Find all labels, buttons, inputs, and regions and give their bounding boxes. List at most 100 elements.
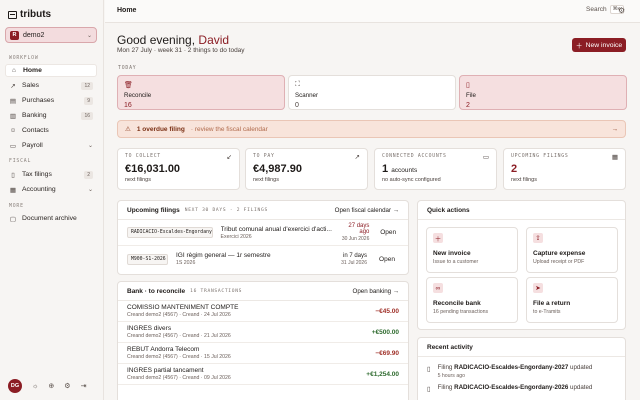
stat-to-pay[interactable]: TO PAY ↗ €4,987.90 next filings — [245, 148, 368, 190]
filing-sub: Exercici 2026 — [220, 233, 252, 240]
sidebar-item-label: Contacts — [22, 127, 49, 134]
stat-value-wrap: 1 accounts — [382, 163, 489, 175]
sidebar-item-payroll[interactable]: ▭ Payroll ⌄ — [5, 139, 97, 152]
stat-connected-accounts[interactable]: CONNECTED ACCOUNTS ▭ 1 accounts no auto-… — [374, 148, 497, 190]
overdue-alert[interactable]: ⚠ 1 overdue filing · review the fiscal c… — [117, 120, 626, 138]
list-item[interactable]: ▯ Filing RADICACIO-Escaldes-Engordany-20… — [418, 379, 625, 393]
brand-logo[interactable]: tributs — [8, 9, 51, 20]
quick-action-reconcile-bank[interactable]: ∞ Reconcile bank 16 pending transactions — [426, 277, 518, 323]
link-label: Open fiscal calendar — [334, 206, 392, 214]
quick-action-file-return[interactable]: ➤ File a return to e-Tramits — [526, 277, 618, 323]
date-line: Mon 27 July · week 31 · 2 things to do t… — [117, 47, 245, 54]
sidebar-item-tax-filings[interactable]: ▯ Tax filings 2 — [5, 168, 97, 181]
filing-info: IGI règim general — 1r semestre 1S 2026 — [176, 252, 316, 266]
table-row[interactable]: REBUT Andorra Telecom Creand demo2 (4567… — [118, 343, 408, 364]
open-banking-link[interactable]: Open banking → — [353, 288, 399, 295]
upload-icon: ⇪ — [533, 233, 543, 243]
activity-text: Filing RADICACIO-Escaldes-Engordany-2027… — [438, 364, 593, 371]
today-label: TODAY — [118, 66, 137, 71]
today-card-label: Scanner — [295, 92, 319, 99]
today-card-reconcile[interactable]: 🗑 Reconcile 16 — [117, 75, 285, 110]
table-row[interactable]: INGRES divers Creand demo2 (4567) · Crea… — [118, 322, 408, 343]
globe-icon[interactable]: ⊕ — [48, 382, 54, 390]
sidebar-item-document-archive[interactable]: ▢ Document archive — [5, 212, 97, 225]
sidebar-item-accounting[interactable]: ▦ Accounting ⌄ — [5, 183, 97, 196]
recent-activity-panel: Recent activity ▯ Filing RADICACIO-Escal… — [417, 337, 626, 400]
quick-action-new-invoice[interactable]: ＋ New invoice Issue to a customer — [426, 227, 518, 273]
settings-icon[interactable]: ⚙ — [64, 382, 70, 390]
table-row[interactable]: INGRES partial tancament Creand demo2 (4… — [118, 364, 408, 385]
greeting-prefix: Good evening, — [117, 33, 196, 47]
sidebar-item-home[interactable]: ⌂ Home — [5, 64, 97, 77]
quick-action-sub: 16 pending transactions — [433, 309, 489, 315]
table-row[interactable]: RADICACIO-Escaldes-Engordany-2026 Tribut… — [118, 220, 408, 246]
link-icon: ∞ — [433, 283, 443, 293]
open-fiscal-calendar-link[interactable]: Open fiscal calendar → — [335, 207, 399, 214]
org-switcher[interactable]: R demo2 ⌄ — [5, 27, 97, 43]
activity-body: Filing RADICACIO-Escaldes-Engordany-2027… — [438, 364, 593, 379]
table-row[interactable]: M900-S1-2026 IGI règim general — 1r seme… — [118, 246, 408, 272]
theme-icon[interactable]: ☼ — [32, 383, 38, 390]
filing-due-date: 31 Jul 2026 — [341, 259, 367, 266]
gear-icon[interactable]: ⚙ — [618, 6, 625, 15]
transaction-info: INGRES partial tancament Creand demo2 (4… — [127, 367, 231, 381]
quick-action-title: New invoice — [433, 250, 471, 257]
sidebar-item-contacts[interactable]: ☺ Contacts — [5, 124, 97, 137]
sidebar-footer: DG ☼ ⊕ ⚙ ⇥ — [8, 379, 86, 393]
bank-icon: ▥ — [9, 112, 17, 120]
transaction-name: INGRES partial tancament — [127, 367, 204, 374]
activity-time: 5 hours ago — [437, 373, 465, 379]
filing-code: M900-S1-2026 — [127, 253, 168, 265]
breadcrumb: Home — [117, 7, 137, 14]
arrow-right-icon: → — [392, 206, 399, 214]
stat-value: 1 — [382, 163, 389, 175]
quick-action-sub: to e-Tramits — [533, 309, 561, 315]
stat-to-collect[interactable]: TO COLLECT ↙ €16,031.00 next filings — [117, 148, 240, 190]
document-icon: ▯ — [11, 171, 15, 179]
sidebar-item-label: Document archive — [22, 215, 77, 222]
panel-title: Recent activity — [427, 343, 473, 351]
filing-title: IGI règim general — 1r semestre — [176, 252, 271, 259]
transaction-sub: Creand demo2 (4567) · Creand · 21 Jul 20… — [127, 333, 231, 339]
new-invoice-button[interactable]: ＋ New invoice — [572, 38, 626, 52]
activity-code: RADICACIO-Escaldes-Engordany-2026 — [454, 384, 569, 391]
sidebar-count: 9 — [84, 96, 93, 105]
cart-icon: ▤ — [9, 97, 17, 105]
today-card-file[interactable]: ▯ File 2 — [459, 75, 627, 110]
quick-action-title: Reconcile bank — [433, 300, 481, 307]
quick-action-capture-expense[interactable]: ⇪ Capture expense Upload receipt or PDF — [526, 227, 618, 273]
sidebar: tributs R demo2 ⌄ WORKFLOW ⌂ Home ↗ Sale… — [0, 0, 104, 400]
list-item[interactable]: ▯ Filing RADICACIO-Escaldes-Engordany-20… — [418, 357, 625, 379]
today-card-scanner[interactable]: ⛶ Scanner 0 — [288, 75, 456, 110]
table-row[interactable]: COMISSIO MANTENIMENT COMPTE Creand demo2… — [118, 301, 408, 322]
stat-label: TO COLLECT — [125, 154, 161, 159]
logout-icon[interactable]: ⇥ — [81, 382, 87, 390]
arrow-down-left-icon: ↙ — [226, 154, 232, 161]
sidebar-item-purchases[interactable]: ▤ Purchases 9 — [5, 94, 97, 107]
stat-sub: next filings — [511, 177, 537, 183]
stat-label: CONNECTED ACCOUNTS — [382, 154, 447, 159]
sidebar-item-label: Payroll — [22, 142, 43, 149]
filing-info: Tribut comunal anual d'exercici d'acti..… — [221, 226, 332, 240]
sidebar-item-sales[interactable]: ↗ Sales 12 — [5, 79, 97, 92]
chevron-down-icon: ⌄ — [87, 143, 93, 149]
send-icon: ➤ — [533, 283, 543, 293]
book-icon: ▦ — [9, 186, 17, 194]
stat-label: UPCOMING FILINGS — [511, 154, 569, 159]
open-filing-button[interactable]: Open — [375, 256, 399, 263]
stat-sub: next filings — [253, 177, 279, 183]
transaction-sub: Creand demo2 (4567) · Creand · 09 Jul 20… — [127, 375, 231, 381]
arrow-right-icon: → — [611, 125, 619, 133]
sidebar-item-label: Sales — [22, 82, 40, 89]
avatar[interactable]: DG — [8, 379, 22, 393]
card-icon: ▭ — [482, 154, 489, 161]
filing-title: Tribut comunal anual d'exercici d'acti..… — [220, 225, 332, 233]
stat-value: 2 — [511, 163, 518, 175]
quick-action-sub: Issue to a customer — [433, 259, 479, 265]
filing-due-relative: in 7 days — [342, 252, 367, 259]
open-filing-button[interactable]: Open — [377, 229, 399, 236]
stat-upcoming-filings[interactable]: UPCOMING FILINGS ▦ 2 next filings — [503, 148, 626, 190]
sidebar-item-banking[interactable]: ▥ Banking 16 — [5, 109, 97, 122]
wallet-icon: ▭ — [9, 142, 17, 150]
today-card-label: Reconcile — [124, 92, 152, 99]
